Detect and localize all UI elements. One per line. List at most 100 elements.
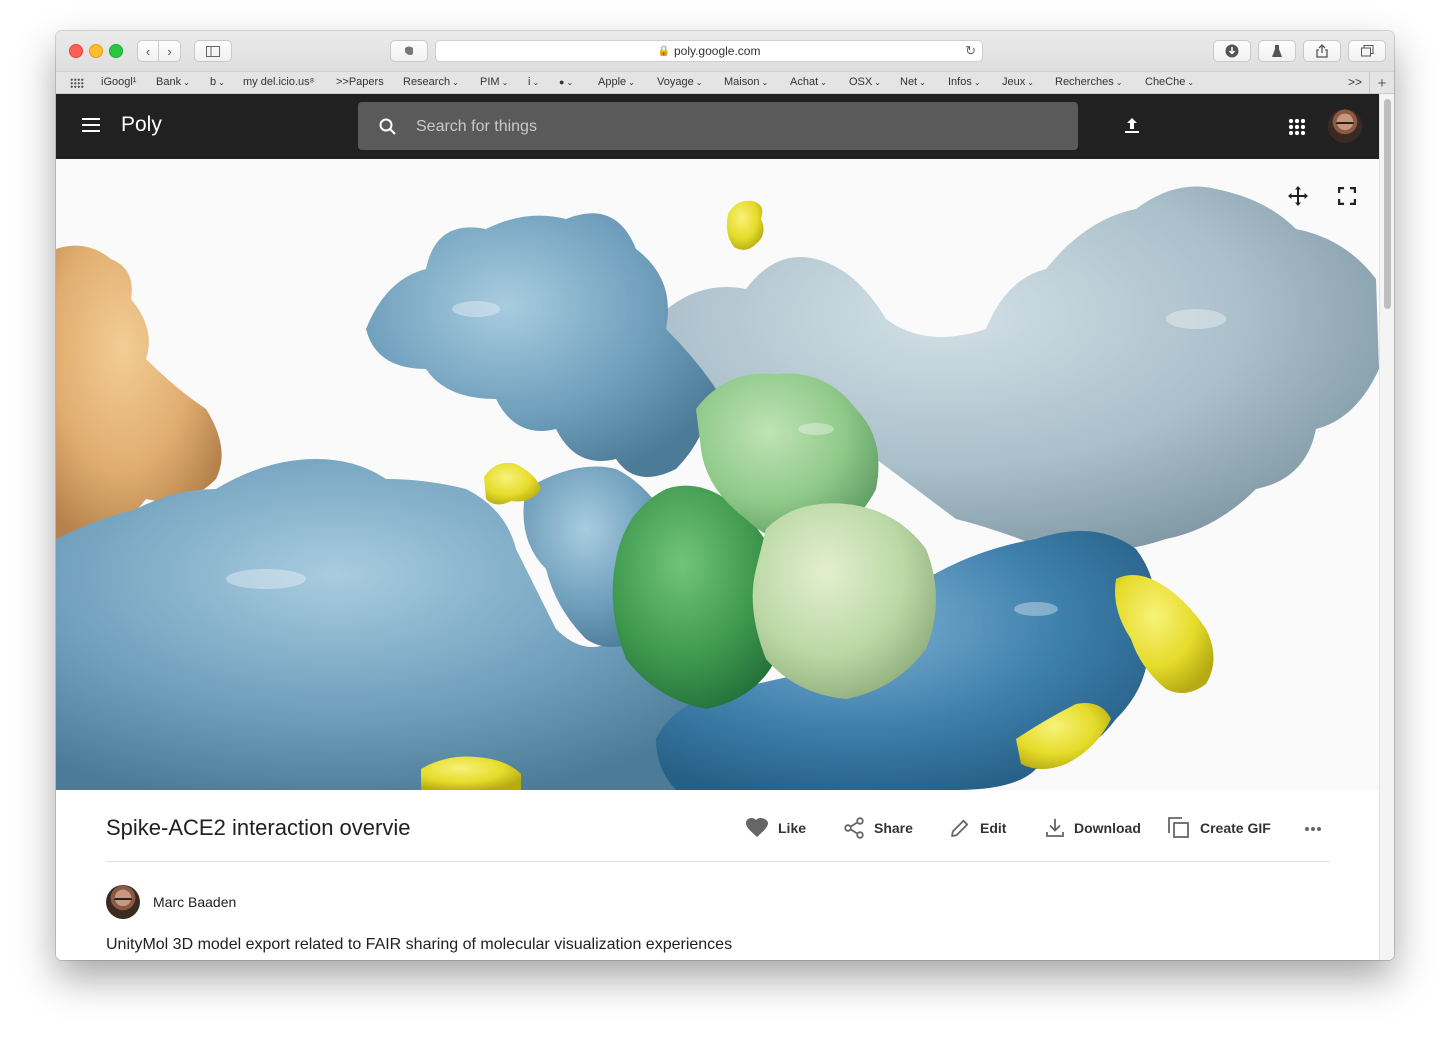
bookmark-item[interactable]: b ⌄ [210,76,225,88]
apps-icon[interactable] [1288,118,1306,136]
move-icon[interactable] [1286,184,1310,208]
edit-button[interactable]: Edit [950,816,1006,840]
share-label: Share [874,820,913,836]
share-button[interactable]: Share [844,816,913,840]
bookmark-item[interactable]: Recherches ⌄ [1055,76,1122,88]
browser-window: ‹ › 🔒 poly.google.com ↻ iGoogl¹ Bank ⌄ b ⌄ my… [56,31,1394,960]
new-tab-button[interactable]: + [1369,72,1394,94]
chevron-down-icon: ⌄ [532,78,540,87]
bookmark-item[interactable]: Jeux ⌄ [1002,76,1034,88]
search-icon [379,118,396,135]
bookmark-label: Recherches [1055,76,1114,88]
asset-description: UnityMol 3D model export related to FAIR… [106,936,733,953]
forward-button[interactable]: › [159,40,181,62]
tabs-icon [1360,45,1373,57]
chevron-down-icon: ⌄ [566,78,574,87]
bookmark-item[interactable]: Infos ⌄ [948,76,981,88]
bookmark-item[interactable]: CheChe ⌄ [1145,76,1194,88]
bookmark-item[interactable]: PIM ⌄ [480,76,508,88]
bookmark-item[interactable]: Research ⌄ [403,76,459,88]
maximize-window-button[interactable] [109,44,123,58]
search-input[interactable] [414,102,1058,152]
chevron-left-icon: ‹ [145,43,151,59]
create-gif-label: Create GIF [1200,820,1271,836]
bookmarks-overflow-button[interactable]: >> [1348,75,1362,89]
chevron-down-icon: ⌄ [820,78,827,87]
sidebar-toggle-button[interactable] [194,40,232,62]
bookmark-item[interactable]: ● ⌄ [559,76,573,88]
flask-extension-button[interactable] [1258,40,1296,62]
bookmark-item[interactable]: Bank ⌄ [156,76,190,88]
minimize-window-button[interactable] [89,44,103,58]
fullscreen-icon[interactable] [1338,187,1356,205]
bookmark-label: CheChe [1145,76,1186,88]
protein-surface-render [56,186,1379,790]
evernote-extension-button[interactable] [390,40,428,62]
like-button[interactable]: Like [746,816,806,840]
bookmark-item[interactable]: Net ⌄ [900,76,926,88]
address-bar[interactable]: 🔒 poly.google.com ↻ [435,40,983,62]
poly-logo[interactable]: Poly [121,113,162,137]
close-window-button[interactable] [69,44,83,58]
lock-icon: 🔒 [657,45,670,57]
web-page: Poly Search for things Spike-ACE2 intera… [56,94,1394,960]
bookmark-label: >>Papers [336,76,384,88]
more-icon[interactable] [1304,826,1322,832]
3d-model-viewer[interactable] [56,159,1379,790]
chevron-down-icon: ⌄ [1027,78,1034,87]
bookmark-item[interactable]: my del.icio.us⁸ [243,76,314,88]
account-avatar[interactable] [1328,109,1362,143]
downloads-button[interactable] [1213,40,1251,62]
download-icon [1046,819,1064,837]
bookmark-item[interactable]: Achat ⌄ [790,76,827,88]
chevron-right-icon: › [167,43,172,59]
create-gif-button[interactable]: Create GIF [1168,816,1271,840]
chevron-down-icon: ⌄ [218,78,225,87]
chevron-down-icon: ⌄ [1187,78,1195,87]
bookmark-label: OSX [849,76,873,88]
bookmark-item[interactable]: >>Papers [336,76,384,88]
tabs-overview-button[interactable] [1348,40,1386,62]
like-label: Like [778,820,807,836]
upload-icon[interactable] [1122,116,1142,136]
elephant-icon [405,46,413,55]
chevron-down-icon: ⌄ [452,78,459,87]
bookmark-label: b [210,76,217,88]
grid-icon[interactable] [70,78,84,88]
scrollbar-thumb[interactable] [1384,99,1391,309]
page-scrollbar[interactable] [1379,94,1394,960]
chevron-down-icon: ⌄ [501,78,509,87]
menu-icon[interactable] [82,118,100,132]
download-circle-icon [1225,44,1239,58]
bookmark-label: iGoogl¹ [101,76,137,88]
search-box[interactable] [358,102,1078,152]
bookmarks-bar: iGoogl¹ Bank ⌄ b ⌄ my del.icio.us⁸ >>Papers Res… [56,71,1394,94]
bookmark-item[interactable]: Maison ⌄ [724,76,768,88]
reload-icon[interactable]: ↻ [965,43,976,59]
bookmark-label: Research [403,76,451,88]
bookmark-label: Achat [790,76,819,88]
chevron-down-icon: ⌄ [973,78,981,87]
share-browser-button[interactable] [1303,40,1341,62]
bookmark-item[interactable]: Voyage ⌄ [657,76,702,88]
flask-icon [1272,45,1282,57]
author-row[interactable]: Marc Baaden [106,884,236,920]
bookmark-item[interactable]: i ⌄ [528,76,539,88]
share-box-icon [1316,44,1328,58]
bookmark-label: my del.icio.us⁸ [243,76,315,88]
download-button[interactable]: Download [1046,816,1141,840]
chevron-down-icon: ⌄ [1115,78,1123,87]
bookmark-item[interactable]: OSX ⌄ [849,76,881,88]
download-label: Download [1074,820,1141,836]
bookmark-label: Net [900,76,918,88]
author-avatar[interactable] [106,885,140,919]
edit-label: Edit [980,820,1007,836]
url-text: poly.google.com [673,44,761,58]
bookmark-item[interactable]: Apple ⌄ [598,76,635,88]
bookmark-item[interactable]: iGoogl¹ [101,76,136,88]
browser-toolbar: ‹ › 🔒 poly.google.com ↻ [56,31,1394,71]
heart-icon [746,818,768,837]
author-name[interactable]: Marc Baaden [153,894,236,910]
copy-icon [1168,817,1189,838]
back-button[interactable]: ‹ [137,40,159,62]
